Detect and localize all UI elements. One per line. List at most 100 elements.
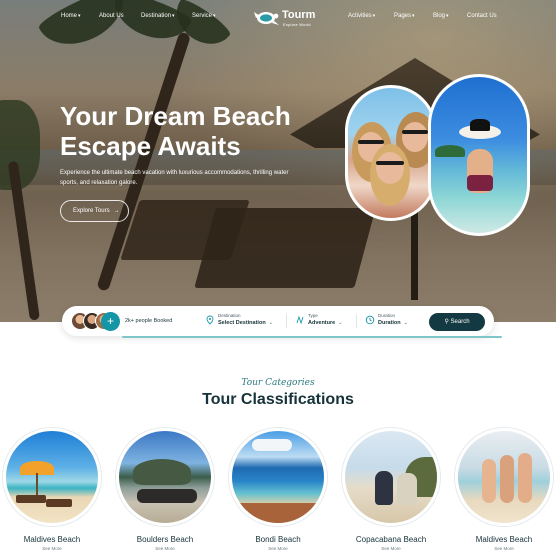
explore-tours-label: Explore Tours [73,208,110,214]
destination-value-text: Select Destination [218,320,266,326]
hat-top-shape [470,119,490,131]
nav-item-blog[interactable]: Blog▾ [433,13,449,19]
section-subtitle: Tour Categories [241,378,315,388]
island-shape [435,145,465,157]
route-icon [296,315,304,325]
duration-value: Duration ⌄ [378,320,408,326]
site-logo[interactable]: Tourm Explore World [250,6,320,30]
add-traveler-button[interactable]: + [101,312,120,331]
arrow-right-icon: → [113,208,120,214]
chevron-down-icon: ⌄ [403,320,408,326]
person-shape [482,459,496,503]
duration-label: Duration [378,313,396,318]
nav-label: Pages [394,13,412,19]
hero-title: Your Dream Beach Escape Awaits [60,101,320,161]
people-shape [137,489,197,503]
explore-tours-button[interactable]: Explore Tours → [60,200,129,222]
sunglasses-shape [358,140,384,144]
see-more-link[interactable]: See More [116,546,214,551]
category-name: Maldives Beach [23,535,81,544]
type-label: Type [308,313,318,318]
search-bar-accent [122,336,502,338]
swimsuit-shape [467,175,493,191]
hero-section [0,0,556,322]
top-navigation: Home▾ About Us Destination▾ Service▾ Tou… [0,0,556,36]
category-name: Copacabana Beach [355,535,427,544]
nav-item-pages[interactable]: Pages▾ [394,13,415,19]
pole-shape [36,473,38,497]
nav-label: Contact Us [467,13,497,19]
nav-label: About Us [99,13,124,19]
category-name: Bondi Beach [255,535,301,544]
see-more-link[interactable]: See More [3,546,101,551]
section-title: Tour Classifications [202,391,354,408]
nav-item-service[interactable]: Service▾ [192,13,216,19]
cloud-shape [252,439,292,451]
category-card[interactable]: Bondi Beach See More [229,428,327,551]
hero-description: Experience the ultimate beach vacation w… [60,170,289,186]
destination-value: Select Destination ⌄ [218,320,273,326]
nav-label: Service [192,13,213,19]
turtle-logo-icon [254,12,279,25]
category-image[interactable] [342,428,440,526]
hero-photo-woman-beach [428,74,530,236]
cliff-shape [232,503,324,523]
nav-label: Destination [141,13,172,19]
face-shape [402,122,428,152]
nav-item-contact-us[interactable]: Contact Us [467,13,497,19]
chevron-down-icon: ▾ [412,13,415,19]
nav-item-about-us[interactable]: About Us [99,13,124,19]
category-image[interactable] [229,428,327,526]
lounger-shape [16,495,46,503]
nav-item-home[interactable]: Home▾ [61,13,81,19]
chevron-down-icon: ▾ [78,13,81,19]
search-icon: ⚲ [444,319,449,325]
search-button-label: Search [450,319,470,325]
sunglasses-shape [376,161,404,165]
see-more-link[interactable]: See More [455,546,553,551]
booked-count: 2k+ people Booked [125,318,173,324]
type-value-text: Adventure [308,320,336,326]
destination-label: Destination [218,313,241,318]
category-card[interactable]: Maldives Beach See More [455,428,553,551]
category-card[interactable]: Copacabana Beach See More [342,428,440,551]
face-shape [376,152,404,184]
chevron-down-icon: ⌄ [268,320,273,326]
chevron-down-icon: ⌄ [338,320,343,326]
person-shape [375,471,393,505]
logo-tagline: Explore World [283,22,311,27]
logo-text: Tourm [282,9,316,21]
nav-item-activities[interactable]: Activities▾ [348,13,375,19]
sunglasses-shape [402,130,428,134]
category-card[interactable]: Maldives Beach See More [3,428,101,551]
nav-label: Activities [348,13,372,19]
category-name: Boulders Beach [136,535,194,544]
chevron-down-icon: ▾ [172,13,175,19]
category-card[interactable]: Boulders Beach See More [116,428,214,551]
hero-photo-friends [345,85,437,221]
nav-label: Blog [433,13,446,19]
person-shape [397,473,417,505]
see-more-link[interactable]: See More [342,546,440,551]
category-name: Maldives Beach [475,535,533,544]
type-value: Adventure ⌄ [308,320,342,326]
category-image[interactable] [116,428,214,526]
chevron-down-icon: ▾ [446,13,449,19]
category-image[interactable] [455,428,553,526]
clock-icon [365,315,375,325]
see-more-link[interactable]: See More [229,546,327,551]
hero-title-line: Escape Awaits [60,131,241,161]
map-pin-icon [206,315,214,325]
divider [286,314,287,328]
duration-value-text: Duration [378,320,401,326]
lounger-shape [46,499,72,507]
rock-shape [133,459,191,485]
hero-title-line: Your Dream Beach [60,101,291,131]
divider [356,314,357,328]
person-shape [518,453,532,503]
person-shape [500,455,514,503]
search-button[interactable]: ⚲ Search [429,313,485,331]
category-image[interactable] [3,428,101,526]
chevron-down-icon: ▾ [213,13,216,19]
nav-item-destination[interactable]: Destination▾ [141,13,175,19]
